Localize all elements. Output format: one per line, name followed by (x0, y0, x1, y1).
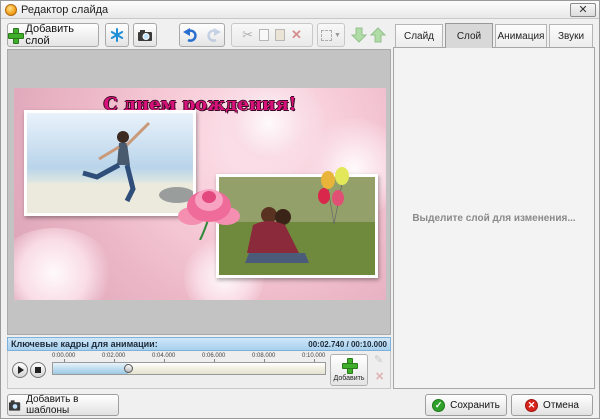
window-title: Редактор слайда (21, 3, 109, 16)
photo-camera-icon (138, 29, 152, 41)
timeline-panel: 0:00.000 0:02.000 0:04.000 0:06.000 0:08.000… (7, 351, 391, 389)
cut-icon[interactable]: ✂ (242, 27, 253, 43)
edit-group: ✂ ✕ (231, 23, 313, 47)
slide-editor-window: Редактор слайда ✕ Добавить слой ✂ ✕ ▼ С … (0, 0, 600, 419)
title-bar: Редактор слайда ✕ (1, 1, 599, 19)
time-display: 00:02.740 / 00:10.000 (308, 339, 387, 349)
rose-decoration[interactable] (174, 180, 244, 240)
snowflake-effect-icon (110, 28, 124, 42)
playhead-handle[interactable] (123, 364, 133, 373)
paste-icon[interactable] (275, 29, 285, 41)
copy-icon[interactable] (259, 29, 269, 41)
slide-stage: С днем рождения! (7, 49, 391, 335)
tab-2[interactable]: Анимация (495, 24, 547, 47)
slide-canvas[interactable]: С днем рождения! (14, 88, 386, 300)
tab-1[interactable]: Слой (445, 23, 493, 48)
layer-tab-content: Выделите слой для изменения... (393, 47, 595, 389)
chevron-down-icon: ▼ (334, 31, 341, 39)
properties-panel: Слайд Слой Анимация Звуки Выделите слой для… (393, 23, 595, 389)
jumping-man-image (27, 121, 195, 213)
balloons-decoration (318, 167, 349, 225)
undo-icon[interactable] (182, 27, 200, 43)
delete-keyframe-icon[interactable]: ✕ (375, 370, 384, 383)
select-layer-message: Выделите слой для изменения... (412, 212, 576, 224)
redo-icon[interactable] (204, 27, 222, 43)
timeline-progress (53, 363, 128, 374)
save-label: Сохранить (450, 399, 500, 411)
flower-decoration (14, 228, 114, 300)
save-button[interactable]: ✓ Сохранить (425, 394, 507, 416)
cancel-button[interactable]: ✕ Отмена (511, 394, 593, 416)
align-dropdown-button[interactable]: ▼ (317, 23, 345, 47)
stop-button[interactable] (30, 362, 46, 378)
play-button[interactable] (12, 362, 28, 378)
play-icon (18, 366, 24, 374)
add-to-templates-button[interactable]: Добавить в шаблоны (7, 394, 119, 416)
plus-icon (8, 28, 25, 44)
edit-keyframe-icon[interactable]: ✎ (374, 353, 383, 366)
tab-0[interactable]: Слайд (395, 24, 443, 47)
add-layer-button[interactable]: Добавить слой (7, 23, 99, 47)
align-icon (321, 29, 333, 41)
effects-button[interactable] (105, 23, 129, 47)
move-up-icon[interactable] (369, 27, 386, 43)
keyframes-header: Ключевые кадры для анимации: 00:02.740 /… (7, 337, 391, 351)
add-layer-label: Добавить слой (25, 23, 74, 47)
app-icon (5, 3, 17, 16)
tab-3[interactable]: Звуки (549, 24, 593, 47)
plus-icon (342, 358, 358, 374)
stop-icon (35, 367, 41, 373)
delete-icon[interactable]: ✕ (291, 27, 302, 43)
close-button[interactable]: ✕ (570, 3, 596, 17)
keyframes-label: Ключевые кадры для анимации: (11, 339, 158, 349)
undo-redo-group (179, 23, 225, 47)
template-photo-icon (8, 399, 21, 411)
cancel-icon: ✕ (525, 398, 539, 412)
close-icon: ✕ (578, 3, 588, 16)
add-keyframe-button[interactable]: Добавить (330, 354, 368, 386)
move-down-icon[interactable] (350, 27, 367, 43)
checkmark-icon: ✓ (432, 398, 446, 412)
add-keyframe-label: Добавить (333, 375, 365, 382)
tab-strip: Слайд Слой Анимация Звуки (393, 23, 595, 48)
cancel-label: Отмена (543, 399, 579, 411)
jumping-man-photo[interactable] (24, 110, 196, 216)
add-to-templates-label: Добавить в шаблоны (26, 394, 79, 416)
add-photo-button[interactable] (133, 23, 157, 47)
layer-order-group (347, 23, 389, 47)
timeline-track[interactable] (52, 362, 326, 375)
